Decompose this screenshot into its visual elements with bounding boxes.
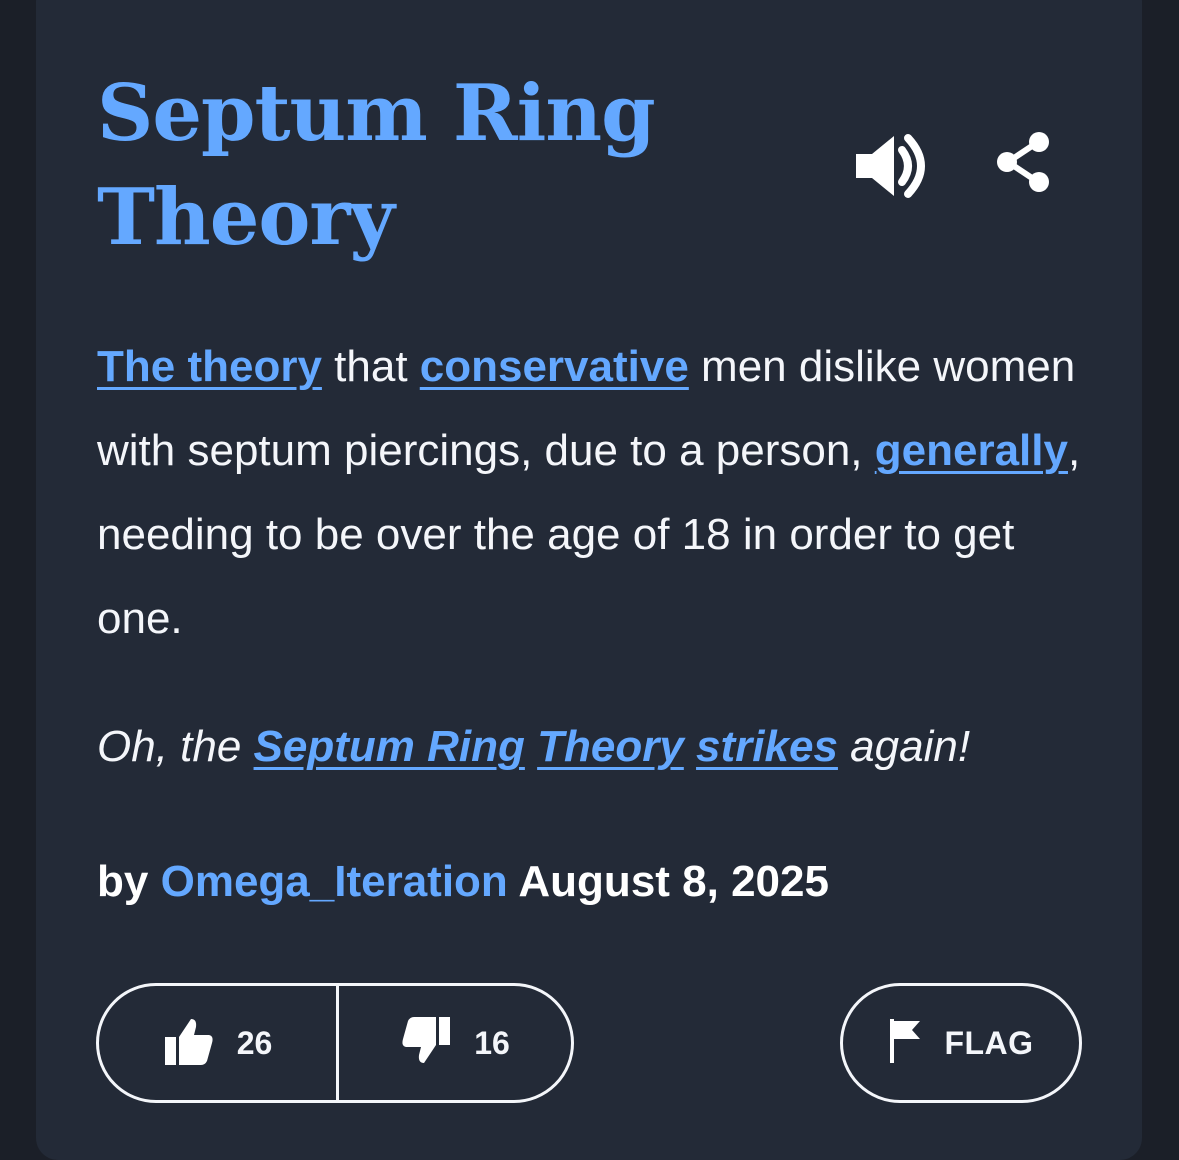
example-text — [525, 722, 537, 771]
definition-meaning: The theory that conservative men dislike… — [97, 325, 1087, 661]
meaning-link-conservative[interactable]: conservative — [420, 342, 689, 391]
upvote-count: 26 — [236, 1024, 273, 1061]
byline: by Omega_Iteration August 8, 2025 — [97, 850, 829, 914]
example-link-septum-ring[interactable]: Septum Ring — [254, 722, 525, 771]
flag-icon — [888, 1017, 924, 1070]
meaning-link-the-theory[interactable]: The theory — [97, 342, 322, 391]
meaning-link-generally[interactable]: generally — [875, 426, 1068, 475]
flag-button[interactable]: FLAG — [840, 983, 1082, 1103]
downvote-button[interactable]: 16 — [339, 986, 571, 1100]
example-link-strikes[interactable]: strikes — [696, 722, 838, 771]
thumbs-down-icon — [400, 1015, 452, 1072]
downvote-count: 16 — [474, 1024, 510, 1061]
author-link[interactable]: Omega_Iteration — [161, 857, 508, 906]
share-icon[interactable] — [994, 130, 1054, 194]
flag-label: FLAG — [944, 1024, 1034, 1061]
speaker-icon[interactable] — [852, 130, 932, 202]
example-text: Oh, the — [97, 722, 254, 771]
post-date: August 8, 2025 — [518, 857, 829, 906]
example-text — [684, 722, 696, 771]
definition-example: Oh, the Septum Ring Theory strikes again… — [97, 712, 1117, 782]
definition-title[interactable]: Septum Ring Theory — [97, 62, 757, 270]
example-link-theory[interactable]: Theory — [537, 722, 684, 771]
thumbs-up-icon — [163, 1015, 215, 1072]
example-text: again! — [837, 722, 971, 771]
vote-group: 26 16 — [96, 983, 574, 1103]
meaning-text: that — [321, 342, 420, 391]
byline-prefix: by — [97, 857, 149, 906]
upvote-button[interactable]: 26 — [99, 986, 336, 1100]
